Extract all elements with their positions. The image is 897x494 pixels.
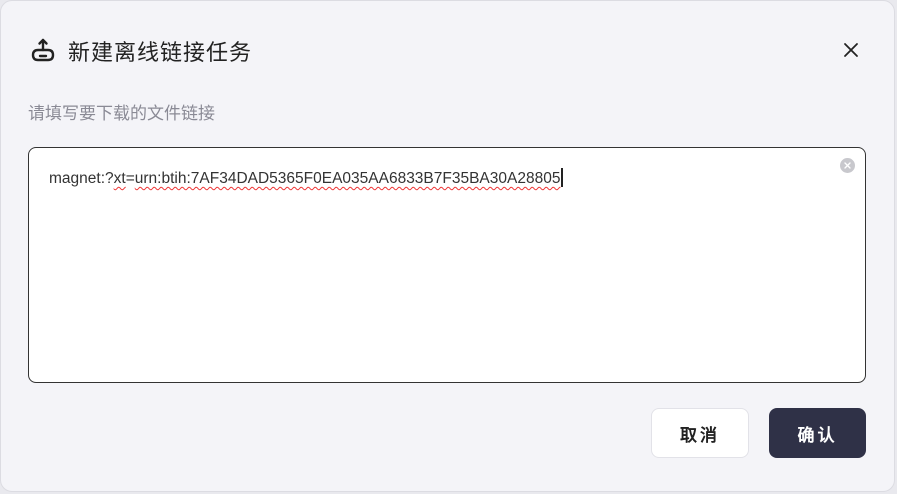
link-value-xt: xt	[113, 170, 126, 187]
link-value[interactable]: magnet:?xt=urn:btih:7AF34DAD5365F0EA035A…	[49, 168, 563, 188]
text-caret	[561, 168, 563, 187]
link-value-prefix: magnet:?	[49, 170, 114, 187]
clear-icon	[844, 162, 851, 169]
input-hint: 请填写要下载的文件链接	[28, 104, 215, 124]
dialog-header: 新建离线链接任务	[28, 33, 252, 69]
close-button[interactable]	[838, 37, 864, 63]
offline-task-dialog: 新建离线链接任务 请填写要下载的文件链接 magnet:?xt=urn:btih…	[0, 0, 895, 492]
link-value-rest: urn:btih:7AF34DAD5365F0EA035AA6833B7F35B…	[134, 170, 561, 187]
link-value-eq: =	[125, 170, 135, 187]
dialog-title: 新建离线链接任务	[68, 41, 253, 66]
cloud-download-icon	[28, 36, 58, 66]
close-icon	[844, 43, 858, 57]
cancel-button[interactable]: 取消	[651, 408, 749, 458]
link-textarea[interactable]: magnet:?xt=urn:btih:7AF34DAD5365F0EA035A…	[28, 147, 866, 383]
confirm-button[interactable]: 确认	[769, 408, 866, 458]
clear-button[interactable]	[840, 158, 855, 173]
